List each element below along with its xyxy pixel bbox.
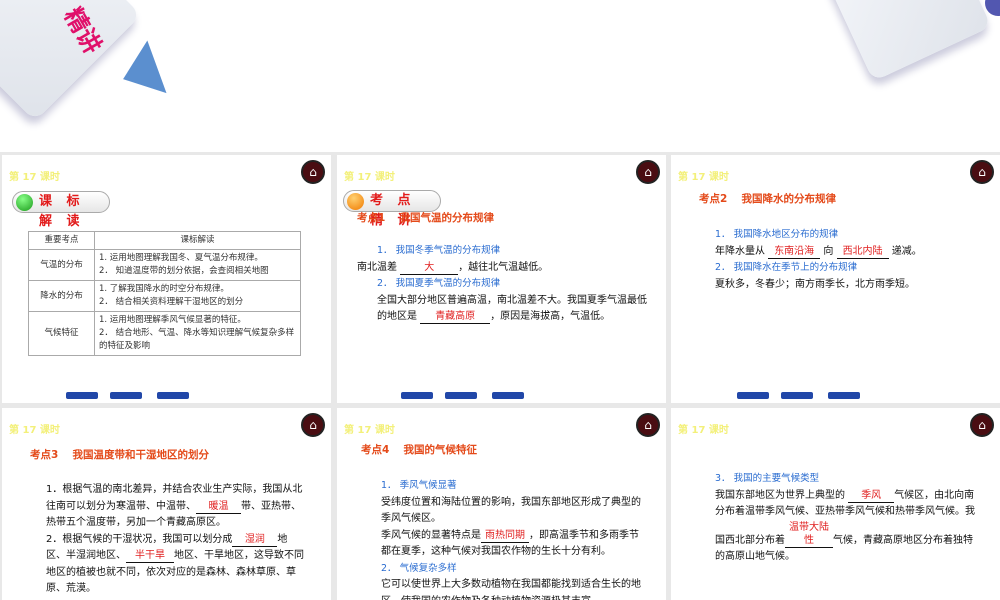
slide-1[interactable]: 第 17 课时 ⌂ 课 标 解 读 重要考点 课标解读 气温的分布 1. 运用地图理… <box>2 155 331 403</box>
table-header: 重要考点 <box>28 231 95 250</box>
slide-body: 1． 季风气候显著 受纬度位置和海陆位置的影响，我国东部地区形成了典型的季风气候… <box>381 480 641 600</box>
decoration <box>985 0 1000 16</box>
answer-blank: 季风 <box>848 489 895 503</box>
nav-button[interactable] <box>737 392 769 399</box>
lesson-label: 第 17 课时 <box>344 172 395 183</box>
curriculum-table: 重要考点 课标解读 气温的分布 1. 运用地图理解我国冬、夏气温分布规律。 2． 知道… <box>28 231 301 356</box>
slide-body: 1． 我国降水地区分布的规律 年降水量从 东南沿海 向 西北内陆 递减。 2． … <box>715 229 922 290</box>
home-icon[interactable]: ⌂ <box>970 413 994 437</box>
answer-blank: 大 <box>400 261 459 275</box>
answer-blank: 暖温 <box>196 500 241 514</box>
section-heading: 考点3 我国温度带和干湿地区的划分 <box>30 449 209 461</box>
nav-button[interactable] <box>110 392 142 399</box>
answer-blank: 雨热同期 <box>481 529 529 543</box>
slide-3[interactable]: 第 17 课时 ⌂ 考点2 我国降水的分布规律 1． 我国降水地区分布的规律 年… <box>671 155 1000 403</box>
orange-dot-icon <box>347 193 364 210</box>
table-row: 气温的分布 1. 运用地图理解我国冬、夏气温分布规律。 2． 知道温度带的划分依据，… <box>28 249 301 281</box>
home-icon[interactable]: ⌂ <box>636 413 660 437</box>
answer-blank: 湿润 <box>232 533 278 547</box>
nav-button[interactable] <box>445 392 477 399</box>
lesson-label: 第 17 课时 <box>9 425 60 436</box>
green-dot-icon <box>16 194 33 211</box>
lesson-label: 第 17 课时 <box>678 172 729 183</box>
nav-button[interactable] <box>492 392 524 399</box>
answer-blank: 东南沿海 <box>768 245 821 259</box>
previous-slide-bottom: 精讲 <box>0 0 1000 152</box>
answer-blank: 半干旱 <box>126 549 174 563</box>
section-heading: 考点1 我国气温的分布规律 <box>357 212 494 224</box>
nav-button[interactable] <box>401 392 433 399</box>
answer-blank: 青藏高原 <box>420 310 491 324</box>
answer-blank: 温带大陆性 <box>785 521 833 548</box>
table-row: 降水的分布 1. 了解我国降水的时空分布规律。 2． 结合相关资料理解干湿地区的划分 <box>28 280 301 312</box>
lesson-label: 第 17 课时 <box>344 425 395 436</box>
lesson-label: 第 17 课时 <box>678 425 729 436</box>
slide-2[interactable]: 第 17 课时 ⌂ 考 点 精 讲 考点1 我国气温的分布规律 1． 我国冬季气… <box>337 155 666 403</box>
slide-5[interactable]: 第 17 课时 ⌂ 考点4 我国的气候特征 1． 季风气候显著 受纬度位置和海陆… <box>337 408 666 600</box>
arrow-icon <box>113 40 167 106</box>
section-heading: 考点4 我国的气候特征 <box>361 444 477 456</box>
section-badge: 课 标 解 读 <box>12 191 110 229</box>
nav-button[interactable] <box>66 392 98 399</box>
slide-6[interactable]: 第 17 课时 ⌂ 3． 我国的主要气候类型 我国东部地区为世界上典型的 季风气… <box>671 408 1000 600</box>
section-badge: 考 点 精 讲 <box>343 190 441 228</box>
home-icon[interactable]: ⌂ <box>970 160 994 184</box>
section-heading: 考点2 我国降水的分布规律 <box>699 193 836 205</box>
decoration <box>818 0 992 82</box>
slide-body: 1．根据气温的南北差异，并结合农业生产实际，我国从北往南可以划分为寒温带、中温带… <box>46 484 304 594</box>
slide-body: 1． 我国冬季气温的分布规律 南北温差 大，越往北气温越低。 2． 我国夏季气温… <box>357 245 647 324</box>
nav-button[interactable] <box>157 392 189 399</box>
nav-button[interactable] <box>828 392 860 399</box>
slide-4[interactable]: 第 17 课时 ⌂ 考点3 我国温度带和干湿地区的划分 1．根据气温的南北差异，… <box>2 408 331 600</box>
home-icon[interactable]: ⌂ <box>636 160 660 184</box>
nav-button[interactable] <box>781 392 813 399</box>
home-icon[interactable]: ⌂ <box>301 160 325 184</box>
answer-blank: 西北内陆 <box>836 245 889 259</box>
table-header: 课标解读 <box>94 231 301 250</box>
table-row: 气候特征 1. 运用地图理解季风气候显著的特征。 2． 结合地形、气温、降水等知识理… <box>28 311 301 356</box>
slide-body: 3． 我国的主要气候类型 我国东部地区为世界上典型的 季风 气候区，由北向南分布着… <box>715 473 975 562</box>
home-icon[interactable]: ⌂ <box>301 413 325 437</box>
lesson-label: 第 17 课时 <box>9 172 60 183</box>
badge-label: 课 标 解 读 <box>39 194 85 229</box>
